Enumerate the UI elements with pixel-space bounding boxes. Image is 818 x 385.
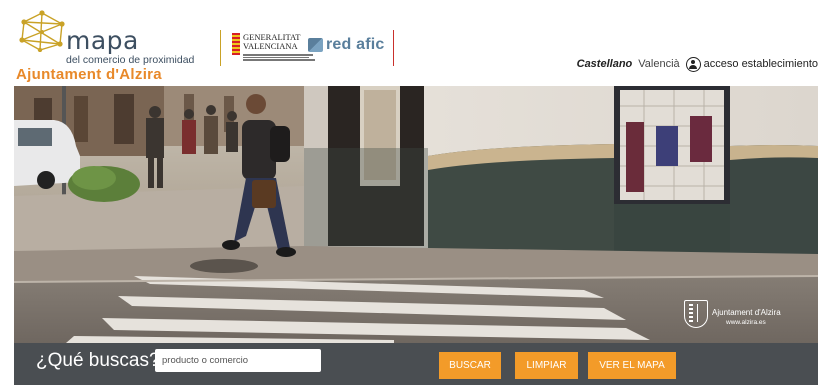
red-afic-mark-icon xyxy=(308,38,323,52)
generalitat-line2: VALENCIANA xyxy=(243,41,298,51)
header: mapa del comercio de proximidad Ajuntame… xyxy=(0,0,818,86)
red-afic-text: red afic xyxy=(326,36,385,53)
red-afic-logo[interactable]: red afic xyxy=(308,36,388,56)
senyera-icon xyxy=(232,33,240,55)
lang-castellano[interactable]: Castellano xyxy=(577,58,633,70)
user-icon[interactable] xyxy=(685,56,701,72)
header-divider xyxy=(220,30,221,66)
generalitat-name: GENERALITAT VALENCIANA xyxy=(243,33,300,51)
logo-word: mapa xyxy=(66,26,139,55)
search-label: ¿Qué buscas? xyxy=(36,350,160,371)
page: mapa del comercio de proximidad Ajuntame… xyxy=(0,0,818,385)
language-bar: Castellano Valencià acceso establecimien… xyxy=(577,55,818,73)
lang-valencia[interactable]: Valencià xyxy=(638,58,679,70)
watermark-url: www.alzira.es xyxy=(726,319,766,326)
search-bar: ¿Qué buscas? BUSCAR LIMPIAR VER EL MAPA xyxy=(14,343,818,385)
search-button[interactable]: BUSCAR xyxy=(439,352,501,379)
alzira-watermark: Ajuntament d'Alzira www.alzira.es xyxy=(684,298,794,338)
network-globe-icon xyxy=(19,10,65,52)
hero-photo: Ajuntament d'Alzira www.alzira.es xyxy=(14,86,818,343)
view-map-button[interactable]: VER EL MAPA xyxy=(588,352,676,379)
alzira-shield-icon xyxy=(684,300,708,328)
clear-button[interactable]: LIMPIAR xyxy=(515,352,578,379)
search-input[interactable] xyxy=(155,349,321,372)
mapa-logo[interactable]: mapa del comercio de proximidad xyxy=(16,10,216,66)
watermark-name: Ajuntament d'Alzira xyxy=(712,308,781,317)
access-link[interactable]: acceso establecimiento xyxy=(704,58,818,70)
logo-tagline: del comercio de proximidad xyxy=(66,54,195,66)
site-title[interactable]: Ajuntament d'Alzira xyxy=(16,66,162,83)
header-divider xyxy=(393,30,394,66)
